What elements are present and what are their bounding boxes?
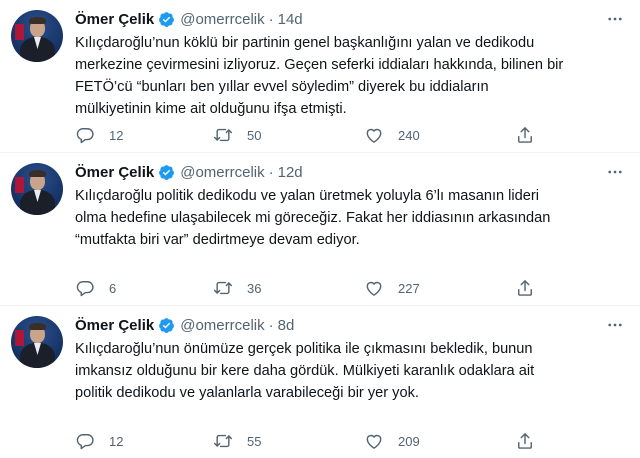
- tweet-text-line: Kılıçdaroğlu’nun köklü bir partinin gene…: [75, 35, 535, 51]
- retweet-button[interactable]: 55: [213, 430, 261, 452]
- tweet-text-line: FETÖ’cü “bunları ben yıllar evvel söyled…: [75, 79, 489, 95]
- avatar-hair: [29, 170, 46, 177]
- retweet-button[interactable]: 36: [213, 277, 261, 299]
- tweet-actions: 6 36 227: [75, 277, 545, 299]
- more-options-button[interactable]: [604, 315, 626, 335]
- separator-dot: ·: [268, 316, 274, 334]
- more-options-button[interactable]: [604, 162, 626, 182]
- author-handle[interactable]: @omerrcelik: [180, 164, 264, 181]
- avatar-hair: [29, 323, 46, 330]
- like-button[interactable]: 240: [364, 124, 420, 146]
- reply-icon: [76, 434, 94, 450]
- retweet-icon: [213, 281, 233, 295]
- reply-button[interactable]: 12: [75, 124, 123, 146]
- reply-icon: [76, 128, 94, 144]
- share-icon: [518, 280, 532, 296]
- retweet-count: 50: [247, 127, 262, 143]
- like-count: 240: [398, 127, 420, 143]
- tweet-text-line: politik dedikodu ve yalanlarla varabilec…: [75, 385, 419, 401]
- reply-icon: [76, 281, 94, 297]
- tweet-actions: 12 55 209: [75, 430, 545, 452]
- tweet[interactable]: Ömer Çelik @omerrcelik · 8d Kılıçdaroğlu…: [0, 306, 640, 458]
- reply-button[interactable]: 6: [75, 277, 116, 299]
- author-handle[interactable]: @omerrcelik: [180, 317, 264, 334]
- heart-icon: [366, 281, 382, 296]
- tweet-header: Ömer Çelik @omerrcelik · 12d: [75, 162, 630, 182]
- tweet-header: Ömer Çelik @omerrcelik · 8d: [75, 315, 630, 335]
- tweet-timestamp[interactable]: 8d: [278, 317, 295, 334]
- tweet-feed: Ömer Çelik @omerrcelik · 14d Kılıçdaroğl…: [0, 0, 640, 458]
- tweet-text-line: “mutfakta biri var” dedirtmeye devam edi…: [75, 232, 360, 248]
- tweet-text-line: merkezine çevirmesini izliyoruz. Geçen s…: [75, 57, 564, 73]
- avatar-hair: [29, 17, 46, 24]
- like-button[interactable]: 227: [364, 277, 420, 299]
- share-button[interactable]: [515, 430, 535, 452]
- like-count: 209: [398, 433, 420, 449]
- tweet-text-line: imkansız olduğunu bir kere daha gördük. …: [75, 363, 535, 379]
- share-button[interactable]: [515, 124, 535, 146]
- like-button[interactable]: 209: [364, 430, 420, 452]
- avatar-flag: [15, 177, 24, 193]
- tweet-text: Kılıçdaroğlu’nun köklü bir partinin gene…: [75, 32, 623, 120]
- tweet-timestamp[interactable]: 14d: [278, 11, 303, 28]
- tweet-timestamp[interactable]: 12d: [278, 164, 303, 181]
- more-options-button[interactable]: [604, 9, 626, 29]
- verified-badge-icon: [159, 317, 175, 333]
- retweet-count: 36: [247, 280, 262, 296]
- reply-count: 6: [109, 280, 117, 296]
- tweet-actions: 12 50 240: [75, 124, 545, 146]
- verified-badge-icon: [159, 11, 175, 27]
- more-dots-icon: [608, 17, 622, 21]
- tweet-text: Kılıçdaroğlu politik dedikodu ve yalan ü…: [75, 185, 623, 251]
- reply-button[interactable]: 12: [75, 430, 123, 452]
- share-icon: [518, 433, 532, 449]
- author-name[interactable]: Ömer Çelik: [75, 164, 154, 181]
- retweet-count: 55: [247, 433, 262, 449]
- avatar[interactable]: [11, 10, 63, 62]
- tweet[interactable]: Ömer Çelik @omerrcelik · 14d Kılıçdaroğl…: [0, 0, 640, 153]
- verified-badge-icon: [159, 164, 175, 180]
- avatar[interactable]: [11, 163, 63, 215]
- separator-dot: ·: [268, 163, 274, 181]
- tweet-text-line: olma hedefine ulaşabilecek mi göreceğiz.…: [75, 210, 551, 226]
- share-button[interactable]: [515, 277, 535, 299]
- more-dots-icon: [608, 170, 622, 174]
- tweet-header: Ömer Çelik @omerrcelik · 14d: [75, 9, 630, 29]
- separator-dot: ·: [268, 10, 274, 28]
- reply-count: 12: [109, 433, 124, 449]
- avatar[interactable]: [11, 316, 63, 368]
- retweet-button[interactable]: 50: [213, 124, 261, 146]
- retweet-icon: [213, 434, 233, 448]
- tweet[interactable]: Ömer Çelik @omerrcelik · 12d Kılıçdaroğl…: [0, 153, 640, 306]
- tweet-text-line: Kılıçdaroğlu’nun önümüze gerçek politika…: [75, 341, 533, 357]
- tweet-text-line: mülkiyetinin kime ait olduğunu ifşa etmi…: [75, 101, 347, 117]
- tweet-text-line: Kılıçdaroğlu politik dedikodu ve yalan ü…: [75, 188, 539, 204]
- like-count: 227: [398, 280, 420, 296]
- author-name[interactable]: Ömer Çelik: [75, 317, 154, 334]
- retweet-icon: [213, 128, 233, 142]
- author-handle[interactable]: @omerrcelik: [180, 11, 264, 28]
- share-icon: [518, 127, 532, 143]
- heart-icon: [366, 128, 382, 143]
- heart-icon: [366, 434, 382, 449]
- reply-count: 12: [109, 127, 124, 143]
- author-name[interactable]: Ömer Çelik: [75, 11, 154, 28]
- tweet-text: Kılıçdaroğlu’nun önümüze gerçek politika…: [75, 338, 623, 404]
- more-dots-icon: [608, 323, 622, 327]
- avatar-flag: [15, 330, 24, 346]
- avatar-flag: [15, 24, 24, 40]
